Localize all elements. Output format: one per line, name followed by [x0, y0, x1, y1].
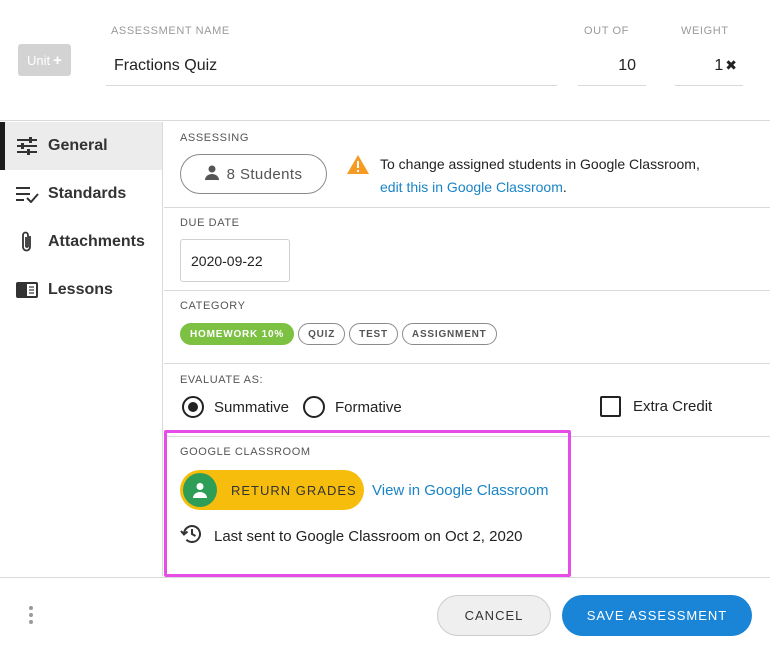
warning-suffix: . — [562, 179, 567, 195]
assessment-header: Unit + ASSESSMENT NAME Fractions Quiz OU… — [0, 0, 770, 121]
due-date-input[interactable]: 2020-09-22 — [180, 239, 290, 282]
category-chip-homework[interactable]: HOMEWORK 10% — [180, 323, 295, 345]
google-classroom-icon — [183, 473, 217, 507]
list-check-icon — [14, 183, 40, 205]
weight-input[interactable]: 1 ✖ — [675, 46, 743, 86]
multiply-icon: ✖ — [725, 57, 737, 73]
sliders-icon — [14, 135, 40, 157]
warning-text: To change assigned students in Google Cl… — [380, 156, 700, 172]
save-assessment-button[interactable]: SAVE ASSESSMENT — [562, 595, 752, 636]
user-icon — [204, 165, 219, 184]
formative-radio[interactable]: Formative — [303, 396, 402, 418]
warning-message: To change assigned students in Google Cl… — [380, 153, 760, 199]
book-icon — [14, 279, 40, 301]
unit-button-label: Unit — [27, 52, 51, 68]
assessing-label: ASSESSING — [180, 132, 249, 144]
students-button-label: 8 Students — [226, 165, 303, 183]
assessment-name-label: ASSESSMENT NAME — [111, 25, 230, 37]
plus-icon: + — [53, 51, 62, 69]
sidebar-item-general[interactable]: General — [0, 122, 162, 170]
google-classroom-section: GOOGLE CLASSROOM RETURN GRADES View in G… — [164, 437, 770, 576]
summative-label: Summative — [214, 398, 290, 416]
return-grades-label: RETURN GRADES — [231, 482, 357, 498]
extra-credit-checkbox[interactable]: Extra Credit — [600, 396, 712, 417]
assessment-name-input[interactable]: Fractions Quiz — [106, 46, 557, 86]
view-in-classroom-link[interactable]: View in Google Classroom — [372, 482, 548, 499]
sidebar-item-standards[interactable]: Standards — [0, 170, 162, 218]
history-icon — [180, 523, 204, 549]
category-label: CATEGORY — [180, 300, 246, 312]
out-of-input[interactable]: 10 — [578, 46, 646, 86]
dialog-footer: CANCEL SAVE ASSESSMENT — [0, 577, 770, 651]
warning-icon — [346, 154, 370, 180]
sidebar-item-label: Lessons — [48, 281, 113, 298]
category-section: CATEGORY HOMEWORK 10% QUIZ TEST ASSIGNME… — [164, 291, 770, 364]
return-grades-button[interactable]: RETURN GRADES — [180, 470, 364, 510]
sidebar-item-label: General — [48, 137, 108, 154]
last-sent-text: Last sent to Google Classroom on Oct 2, … — [214, 527, 523, 545]
checkbox-icon — [600, 396, 621, 417]
cancel-button[interactable]: CANCEL — [437, 595, 551, 636]
google-classroom-label: GOOGLE CLASSROOM — [180, 446, 311, 458]
sidebar-item-attachments[interactable]: Attachments — [0, 218, 162, 266]
extra-credit-label: Extra Credit — [633, 398, 713, 415]
assessing-section: ASSESSING 8 Students To change assigned … — [164, 122, 770, 208]
sidebar-item-label: Attachments — [48, 233, 145, 250]
more-options-icon[interactable] — [28, 606, 34, 624]
evaluate-section: EVALUATE AS: Summative Formative Extra C… — [164, 364, 770, 437]
due-date-section: DUE DATE 2020-09-22 — [164, 208, 770, 291]
summative-radio[interactable]: Summative — [182, 396, 289, 418]
category-chips: HOMEWORK 10% QUIZ TEST ASSIGNMENT — [180, 323, 497, 345]
sidebar-item-label: Standards — [48, 185, 127, 202]
category-chip-test[interactable]: TEST — [349, 323, 398, 345]
due-date-label: DUE DATE — [180, 217, 240, 229]
last-sent-status: Last sent to Google Classroom on Oct 2, … — [180, 523, 523, 549]
category-chip-quiz[interactable]: QUIZ — [298, 323, 346, 345]
students-button[interactable]: 8 Students — [180, 154, 327, 194]
paperclip-icon — [14, 231, 40, 253]
evaluate-label: EVALUATE AS: — [180, 374, 264, 386]
category-chip-assignment[interactable]: ASSIGNMENT — [401, 323, 497, 345]
sidebar: General Standards Attachments Lessons — [0, 122, 163, 576]
sidebar-item-lessons[interactable]: Lessons — [0, 266, 162, 314]
add-unit-button[interactable]: Unit + — [18, 44, 71, 76]
weight-value: 1 — [714, 56, 724, 74]
formative-label: Formative — [335, 398, 402, 416]
radio-unselected-icon — [303, 396, 325, 418]
radio-selected-icon — [182, 396, 204, 418]
out-of-label: OUT OF — [584, 25, 629, 37]
weight-label: WEIGHT — [681, 25, 729, 37]
edit-in-classroom-link[interactable]: edit this in Google Classroom — [380, 179, 563, 195]
